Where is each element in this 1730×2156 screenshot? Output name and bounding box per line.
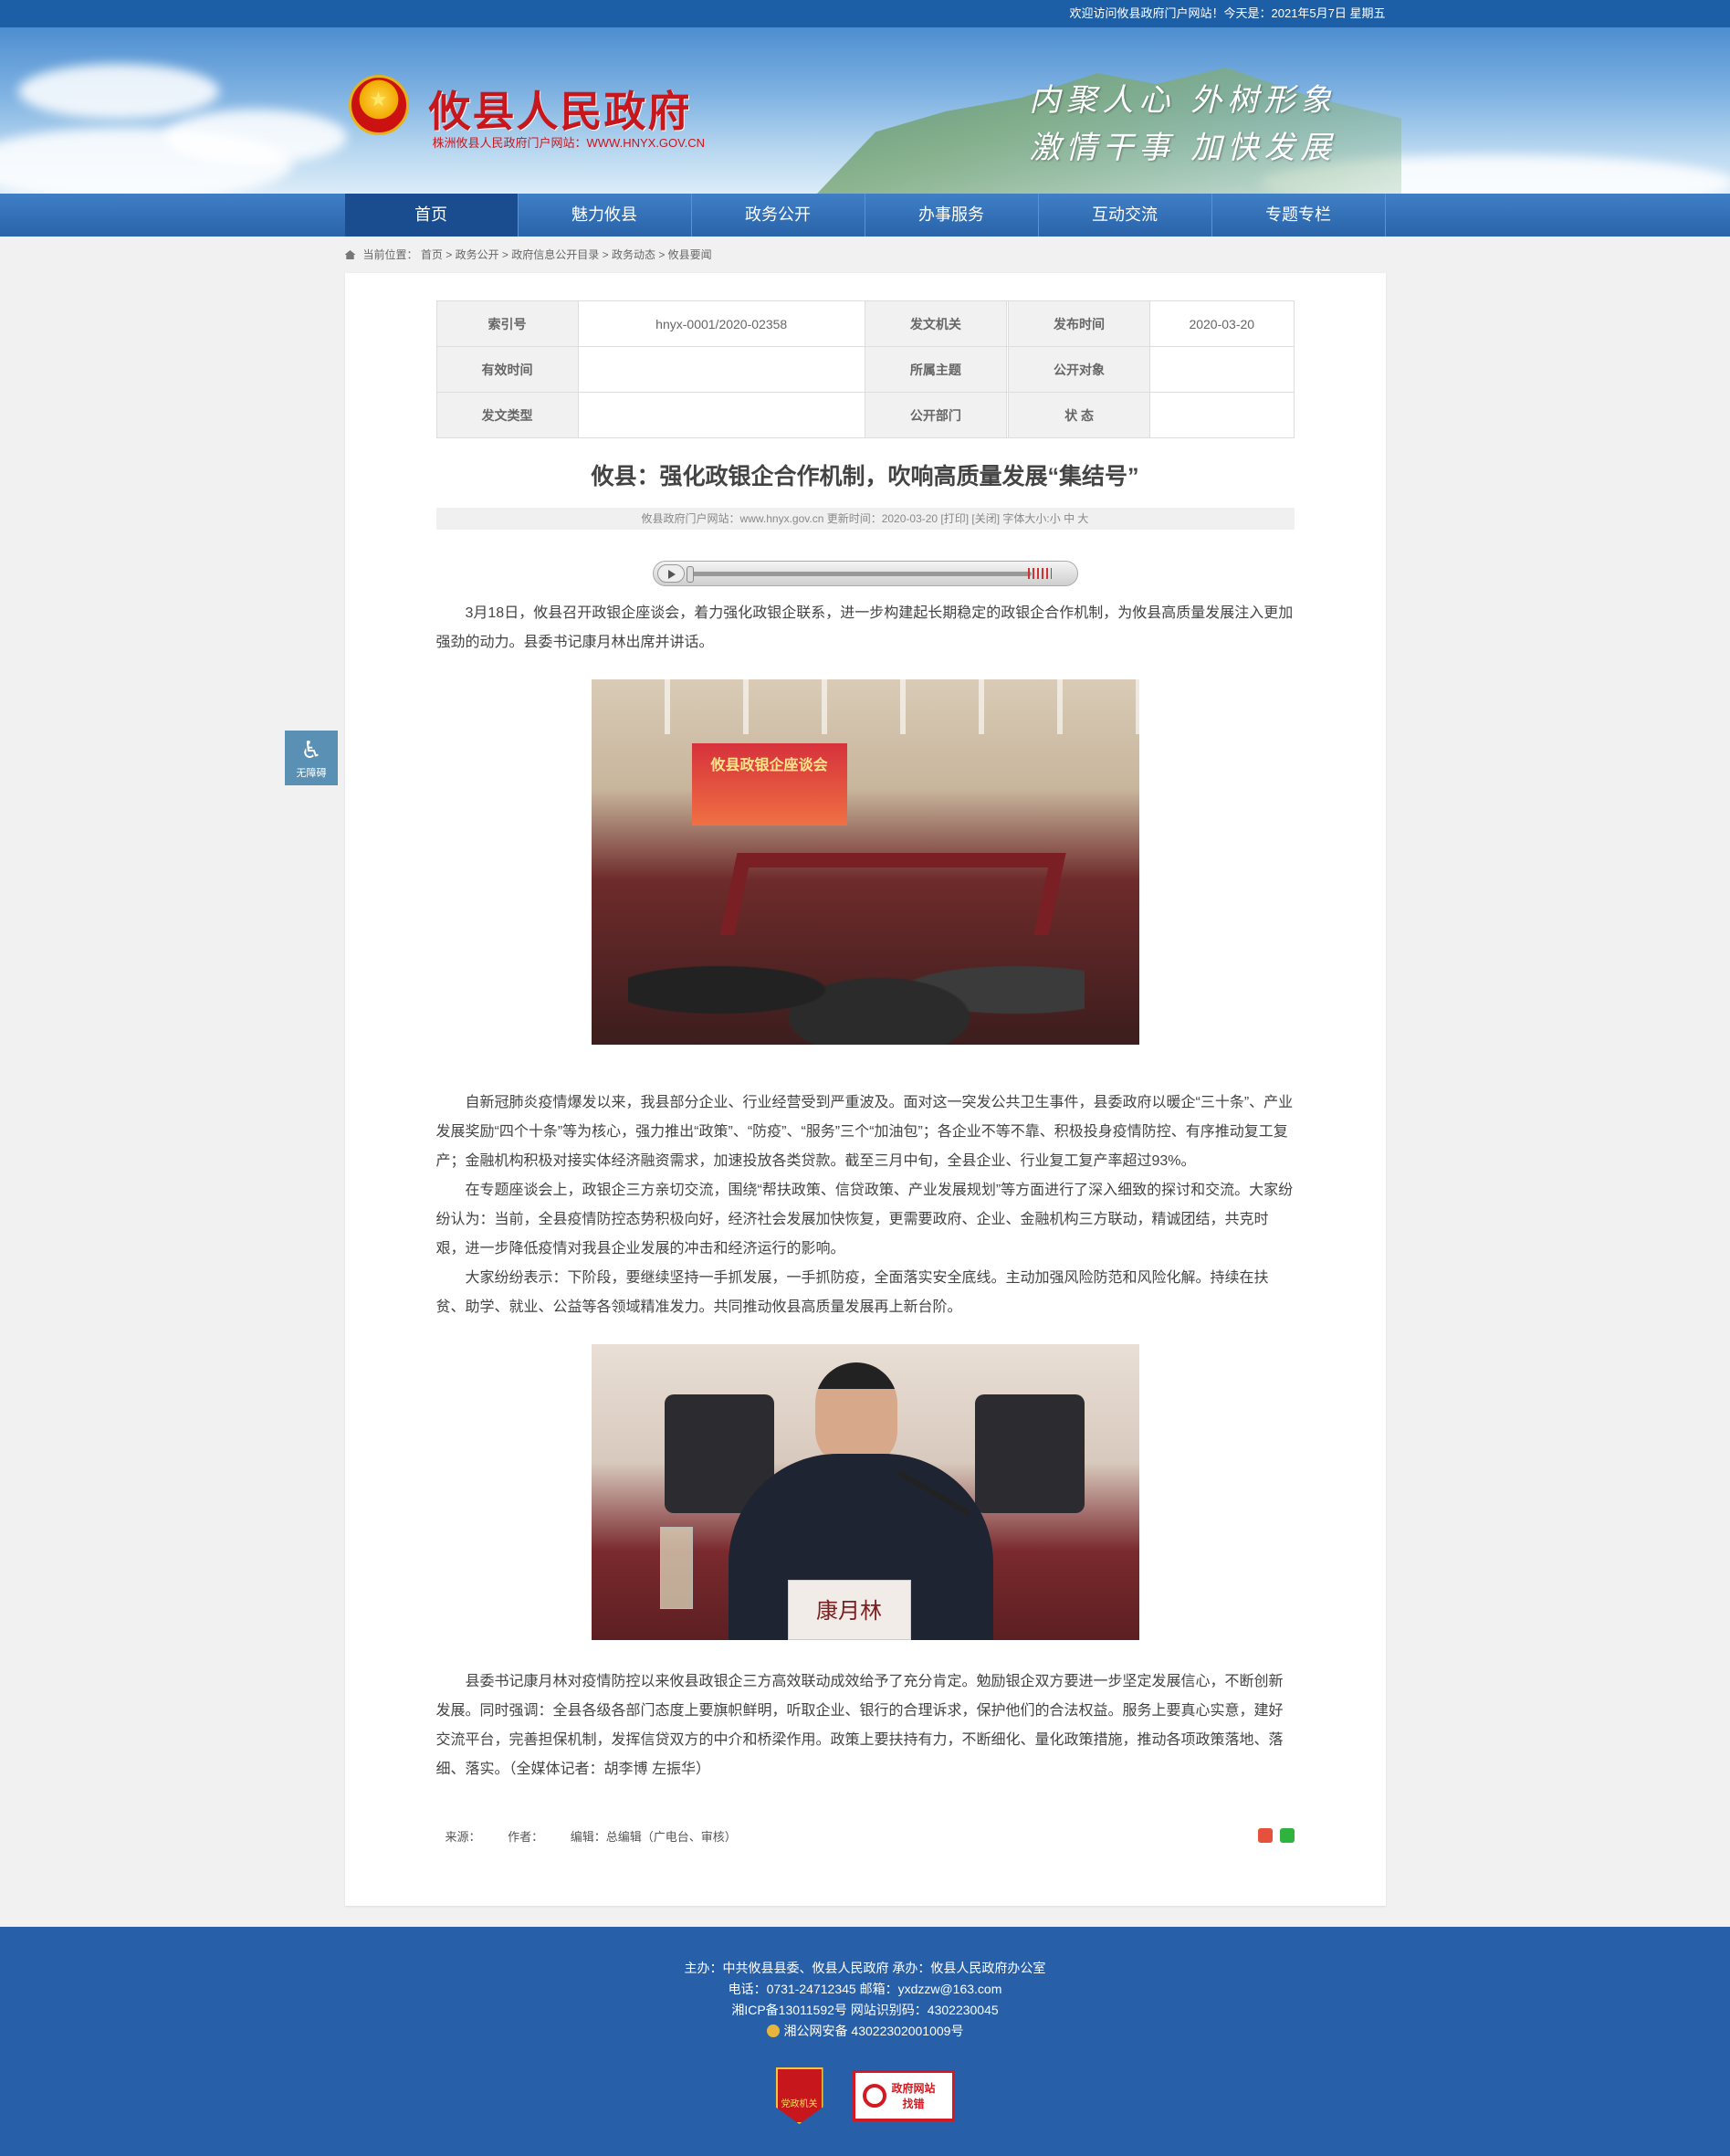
meta-key: 发文机关 — [864, 300, 1007, 347]
footer-contact: 电话：0731-24712345 邮箱：yxdzzw@163.com — [728, 1982, 1002, 1996]
wheelchair-icon: ♿ — [300, 736, 322, 763]
article-info-bar: 攸县政府门户网站：www.hnyx.gov.cn 更新时间：2020-03-20… — [435, 508, 1295, 530]
weibo-share-icon[interactable] — [1257, 1828, 1273, 1843]
party-gov-badge[interactable]: 党政机关 — [775, 2067, 823, 2124]
breadcrumb-item-county-news[interactable]: 攸县要闻 — [668, 248, 712, 261]
meta-key: 发布时间 — [1008, 300, 1151, 347]
meta-key: 所属主题 — [864, 346, 1007, 393]
party-gov-badge-label: 党政机关 — [781, 2099, 818, 2109]
content-panel: 索引号 hnyx-0001/2020-02358 发文机关 发布时间 2020-… — [344, 273, 1386, 1906]
meta-value: 2020-03-20 — [1149, 300, 1295, 347]
national-emblem-icon: ★ — [348, 75, 409, 135]
magnifier-icon — [862, 2084, 886, 2108]
meta-value: hnyx-0001/2020-02358 — [577, 300, 865, 347]
breadcrumb-item-news[interactable]: 政务动态 — [612, 248, 655, 261]
nav-item-interaction[interactable]: 互动交流 — [1039, 194, 1212, 237]
nav-item-gov-affairs[interactable]: 政务公开 — [692, 194, 865, 237]
slogan-line-2: 激情干事 加快发展 — [1029, 130, 1337, 166]
meta-value — [1149, 392, 1295, 438]
author-label: 作者： — [508, 1829, 544, 1844]
main-nav: 首页 魅力攸县 政务公开 办事服务 互动交流 专题专栏 — [0, 194, 1730, 237]
photo-screen-text: 攸县政银企座谈会 — [710, 758, 828, 773]
meta-key: 有效时间 — [435, 346, 579, 393]
speaker-photo: 康月林 — [591, 1344, 1139, 1640]
editor-label: 编辑：总编辑（广电台、审核） — [570, 1829, 737, 1844]
article-paragraph: 县委书记康月林对疫情防控以来攸县政银企三方高效联动成效给予了充分肯定。勉励银企双… — [435, 1674, 1284, 1777]
site-name[interactable]: 攸县人民政府 — [429, 79, 692, 139]
home-icon — [344, 250, 356, 259]
audio-progress-handle[interactable] — [686, 566, 694, 583]
report-error-badge-top: 政府网站 — [891, 2082, 936, 2095]
breadcrumb-label: 当前位置： — [362, 248, 418, 261]
volume-icon[interactable] — [1027, 568, 1052, 579]
article-paragraph: 3月18日，攸县召开政银企座谈会，着力强化政银企联系，进一步构建起长期稳定的政银… — [435, 605, 1294, 650]
breadcrumb-item-home[interactable]: 首页 — [421, 248, 443, 261]
meta-key: 索引号 — [435, 300, 579, 347]
article-paragraph: 大家纷纷表示：下阶段，要继续坚持一手抓发展，一手抓防疫，全面落实安全底线。主动加… — [435, 1270, 1269, 1315]
top-bar: 欢迎访问攸县政府门户网站！今天是：2021年5月7日 星期五 — [0, 0, 1730, 27]
meta-value — [577, 392, 865, 438]
wechat-share-icon[interactable] — [1279, 1828, 1295, 1843]
footer-organizer: 主办：中共攸县县委、攸县人民政府 承办：攸县人民政府办公室 — [684, 1961, 1046, 1975]
table-row: 索引号 hnyx-0001/2020-02358 发文机关 发布时间 2020-… — [435, 300, 1295, 347]
report-error-badge[interactable]: 政府网站 找错 — [852, 2070, 955, 2121]
meeting-photo: 攸县政银企座谈会 — [591, 679, 1139, 1045]
slogan-line-1: 内聚人心 外树形象 — [1029, 82, 1337, 119]
nav-item-services[interactable]: 办事服务 — [865, 194, 1039, 237]
nav-item-home[interactable]: 首页 — [344, 194, 519, 237]
meta-value — [1149, 346, 1295, 393]
police-badge-icon — [766, 2025, 780, 2037]
article-title: 攸县：强化政银企合作机制，吹响高质量发展“集结号” — [591, 464, 1139, 489]
breadcrumb-item-catalog[interactable]: 政府信息公开目录 — [511, 248, 599, 261]
site-url: 株洲攸县人民政府门户网站：WWW.HNYX.GOV.CN — [432, 136, 706, 150]
audio-player — [652, 561, 1078, 586]
table-row: 发文类型 公开部门 状 态 — [435, 392, 1295, 438]
nav-item-topics[interactable]: 专题专栏 — [1212, 194, 1386, 237]
source-label: 来源： — [445, 1829, 481, 1844]
info-table: 索引号 hnyx-0001/2020-02358 发文机关 发布时间 2020-… — [435, 300, 1295, 438]
breadcrumb-item-gov-affairs[interactable]: 政务公开 — [456, 248, 499, 261]
welcome-text: 欢迎访问攸县政府门户网站！今天是：2021年5月7日 星期五 — [1069, 6, 1386, 20]
meta-value — [577, 346, 865, 393]
footer-icp[interactable]: 湘ICP备13011592号 网站识别码：4302230045 — [0, 2000, 1730, 2021]
article-paragraph: 在专题座谈会上，政银企三方亲切交流，围绕“帮扶政策、信贷政策、产业发展规划”等方… — [435, 1183, 1294, 1257]
article-footer: 来源： 作者： 编辑：总编辑（广电台、审核） — [436, 1825, 1295, 1846]
meta-key: 发文类型 — [435, 392, 579, 438]
meta-key: 状 态 — [1008, 392, 1151, 438]
site-footer: 主办：中共攸县县委、攸县人民政府 承办：攸县人民政府办公室 电话：0731-24… — [0, 1927, 1730, 2156]
photo-nameplate: 康月林 — [787, 1580, 911, 1640]
accessibility-button[interactable]: ♿ 无障碍 — [285, 731, 338, 785]
site-banner: ★ 攸县人民政府 株洲攸县人民政府门户网站：WWW.HNYX.GOV.CN 内聚… — [0, 27, 1730, 194]
breadcrumb: 当前位置： 首页 > 政务公开 > 政府信息公开目录 > 政务动态 > 攸县要闻 — [344, 237, 1386, 273]
share-buttons — [1257, 1828, 1295, 1843]
meta-key: 公开部门 — [864, 392, 1007, 438]
nav-item-charm[interactable]: 魅力攸县 — [519, 194, 692, 237]
report-error-badge-bottom: 找错 — [902, 2098, 925, 2110]
play-icon[interactable] — [656, 564, 685, 583]
table-row: 有效时间 所属主题 公开对象 — [435, 346, 1295, 393]
meta-key: 公开对象 — [1008, 346, 1151, 393]
footer-police-record[interactable]: 湘公网安备 43022302001009号 — [784, 2024, 964, 2038]
article-paragraph: 自新冠肺炎疫情爆发以来，我县部分企业、行业经营受到严重波及。面对这一突发公共卫生… — [435, 1095, 1294, 1169]
article: 索引号 hnyx-0001/2020-02358 发文机关 发布时间 2020-… — [435, 300, 1295, 1846]
audio-progress-track[interactable] — [689, 572, 1032, 576]
accessibility-label: 无障碍 — [296, 768, 327, 779]
